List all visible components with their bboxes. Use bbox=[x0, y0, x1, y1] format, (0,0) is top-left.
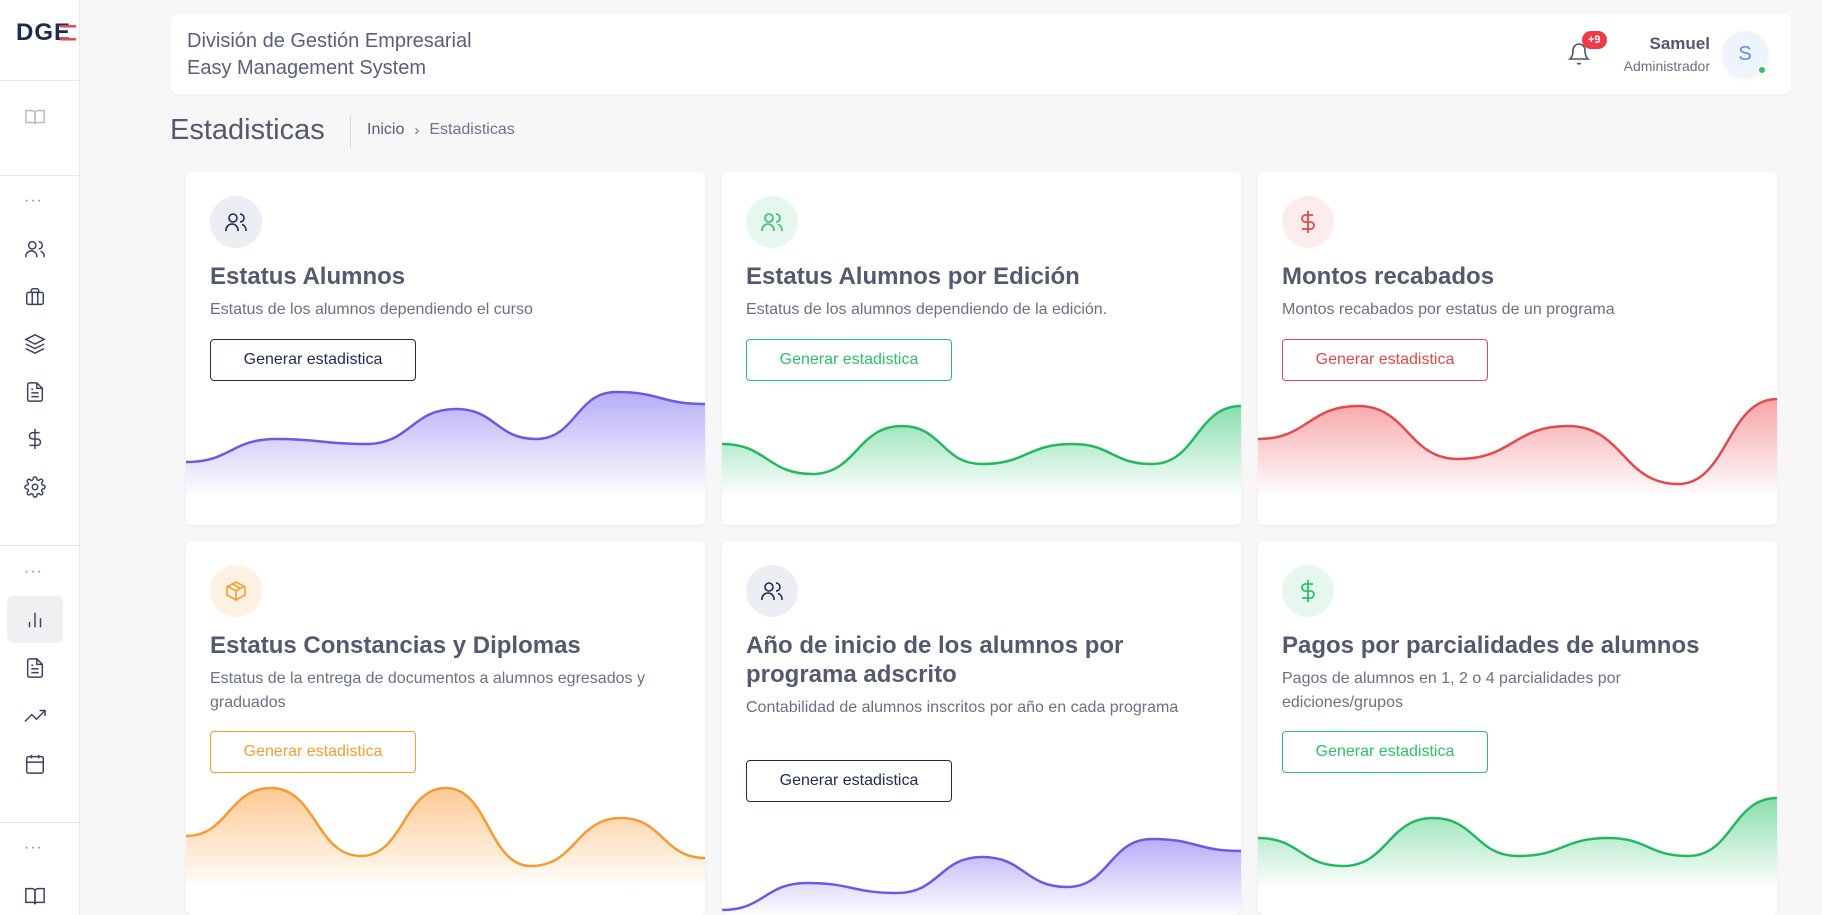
file-text-icon[interactable] bbox=[21, 654, 49, 682]
card-description: Montos recabados por estatus de un progr… bbox=[1282, 301, 1615, 318]
generate-statistic-button[interactable]: Generar estadistica bbox=[1282, 731, 1488, 773]
breadcrumb-home-link[interactable]: Inicio bbox=[367, 121, 404, 139]
card-title: Montos recabados bbox=[1282, 263, 1495, 290]
stat-card: Año de inicio de los alumnos por program… bbox=[722, 541, 1241, 915]
card-sparkline bbox=[186, 786, 705, 886]
briefcase-icon[interactable] bbox=[21, 283, 49, 311]
card-title: Estatus Constancias y Diplomas bbox=[210, 632, 581, 659]
notification-badge: +9 bbox=[1582, 31, 1607, 49]
sparkline-area bbox=[722, 839, 1241, 915]
card-description: Pagos de alumnos en 1, 2 o 4 parcialidad… bbox=[1282, 670, 1621, 711]
card-sparkline bbox=[1258, 397, 1777, 494]
file-text-icon[interactable] bbox=[21, 378, 49, 406]
card-title: Año de inicio de los alumnos por program… bbox=[746, 632, 1124, 688]
users-icon[interactable] bbox=[21, 235, 49, 263]
user-role: Administrador bbox=[1623, 58, 1710, 74]
card-sparkline bbox=[722, 404, 1241, 494]
sidebar-section-dots-icon: ··· bbox=[24, 192, 43, 209]
dollar-icon bbox=[1282, 196, 1334, 248]
card-sparkline bbox=[1258, 796, 1777, 886]
settings-icon[interactable] bbox=[21, 473, 49, 501]
dge-logo: DGE bbox=[16, 19, 76, 46]
stat-card: Montos recabados Montos recabados por es… bbox=[1258, 172, 1777, 525]
stat-card: Estatus Alumnos Estatus de los alumnos d… bbox=[186, 172, 705, 525]
sparkline-area bbox=[722, 406, 1241, 494]
users-icon bbox=[746, 196, 798, 248]
dollar-icon bbox=[1282, 565, 1334, 617]
user-name[interactable]: Samuel bbox=[1650, 34, 1710, 54]
sparkline-area bbox=[186, 788, 705, 886]
stat-card: Pagos por parcialidades de alumnos Pagos… bbox=[1258, 541, 1777, 915]
card-sparkline bbox=[186, 390, 705, 494]
breadcrumb: Inicio › Estadisticas bbox=[367, 121, 515, 139]
card-description: Estatus de los alumnos dependiendo el cu… bbox=[210, 301, 533, 318]
sidebar: DGE ··· ··· ··· bbox=[0, 0, 80, 915]
stat-card: Estatus Alumnos por Edición Estatus de l… bbox=[722, 172, 1241, 525]
book-icon[interactable] bbox=[21, 882, 49, 910]
sparkline-area bbox=[1258, 399, 1777, 494]
card-description: Contabilidad de alumnos inscritos por añ… bbox=[746, 699, 1179, 716]
org-title: División de Gestión Empresarial Easy Man… bbox=[187, 28, 472, 82]
generate-statistic-button[interactable]: Generar estadistica bbox=[210, 339, 416, 381]
svg-text:DGE: DGE bbox=[16, 19, 71, 46]
generate-statistic-button[interactable]: Generar estadistica bbox=[1282, 339, 1488, 381]
sidebar-divider bbox=[0, 822, 80, 823]
card-sparkline bbox=[722, 837, 1241, 915]
card-title: Estatus Alumnos bbox=[210, 263, 406, 290]
generate-statistic-button[interactable]: Generar estadistica bbox=[746, 760, 952, 802]
sidebar-divider bbox=[0, 175, 80, 176]
dollar-icon[interactable] bbox=[21, 425, 49, 453]
title-divider bbox=[350, 115, 351, 148]
generate-statistic-button[interactable]: Generar estadistica bbox=[210, 731, 416, 773]
breadcrumb-current: Estadisticas bbox=[429, 121, 515, 138]
generate-statistic-button[interactable]: Generar estadistica bbox=[746, 339, 952, 381]
chevron-right-icon: › bbox=[414, 121, 420, 139]
sidebar-section-dots-icon: ··· bbox=[24, 839, 43, 856]
online-status-dot bbox=[1757, 65, 1767, 75]
layers-icon[interactable] bbox=[21, 330, 49, 358]
page-title: Estadisticas bbox=[170, 114, 325, 146]
card-description: Estatus de los alumnos dependiendo de la… bbox=[746, 301, 1108, 318]
org-name: División de Gestión Empresarial bbox=[187, 30, 472, 52]
card-title: Estatus Alumnos por Edición bbox=[746, 263, 1080, 290]
system-name: Easy Management System bbox=[187, 57, 426, 79]
card-description: Estatus de la entrega de documentos a al… bbox=[210, 670, 645, 711]
trending-up-icon[interactable] bbox=[21, 702, 49, 730]
top-header: División de Gestión Empresarial Easy Man… bbox=[171, 14, 1791, 94]
calendar-icon[interactable] bbox=[21, 750, 49, 778]
sidebar-divider bbox=[0, 545, 80, 546]
box-icon bbox=[210, 565, 262, 617]
sparkline-area bbox=[186, 392, 705, 494]
users-icon bbox=[210, 196, 262, 248]
card-title: Pagos por parcialidades de alumnos bbox=[1282, 632, 1700, 659]
stat-card: Estatus Constancias y Diplomas Estatus d… bbox=[186, 541, 705, 915]
sparkline-area bbox=[1258, 798, 1777, 886]
sidebar-divider bbox=[0, 80, 80, 81]
sparkline-line bbox=[1258, 796, 1777, 868]
sparkline-line bbox=[722, 404, 1241, 476]
bar-chart-icon[interactable] bbox=[21, 606, 49, 634]
book-open-icon[interactable] bbox=[21, 103, 49, 131]
users-icon bbox=[746, 565, 798, 617]
sidebar-section-dots-icon: ··· bbox=[24, 563, 43, 580]
